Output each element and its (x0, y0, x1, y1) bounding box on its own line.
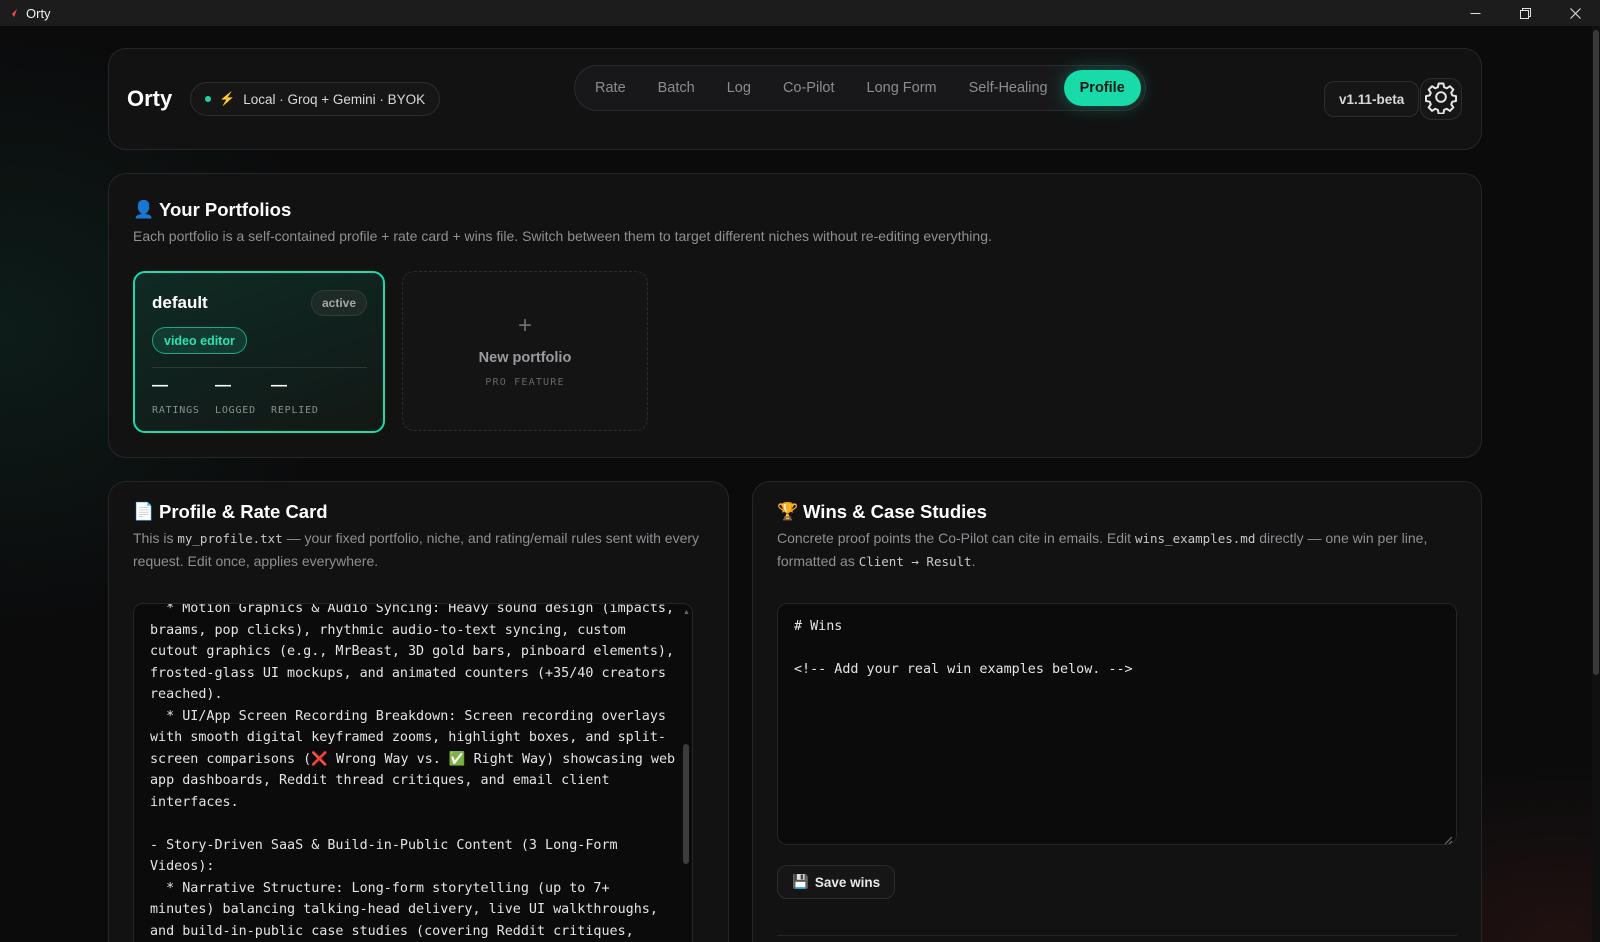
stat-replied-value: — (271, 377, 287, 394)
divider (152, 367, 367, 368)
niche-tag: video editor (152, 327, 247, 354)
tab-long-form[interactable]: Long Form (851, 70, 953, 106)
wins-content[interactable]: # Wins <!-- Add your real win examples b… (778, 604, 1456, 693)
tab-rate[interactable]: Rate (579, 70, 642, 106)
save-wins-button[interactable]: 💾 Save wins (777, 865, 896, 899)
save-wins-label: Save wins (814, 874, 881, 890)
document-icon: 📄 (133, 502, 155, 521)
scroll-up-icon[interactable]: ▲ (683, 609, 690, 616)
portfolio-name: default (152, 293, 208, 312)
new-portfolio-card[interactable]: + New portfolio PRO FEATURE (402, 271, 648, 431)
stat-logged-value: — (215, 377, 231, 394)
tab-log[interactable]: Log (711, 70, 767, 106)
stat-ratings: — RATINGS (152, 377, 200, 416)
portfolios-title-text: Your Portfolios (159, 199, 292, 220)
divider (777, 935, 1457, 936)
mode-label: Local · Groq + Gemini · BYOK (243, 91, 426, 107)
page-scrollbar[interactable] (1592, 26, 1600, 942)
plus-icon: + (517, 312, 532, 339)
trophy-icon: 🏆 (777, 502, 799, 521)
main-nav: Rate Batch Log Co-Pilot Long Form Self-H… (574, 65, 1146, 111)
profile-scrollbar-thumb[interactable] (683, 744, 689, 864)
stat-ratings-label: RATINGS (152, 405, 200, 416)
profile-textarea[interactable]: * Motion Graphics & Audio Syncing: Heavy… (133, 603, 693, 942)
wins-format: Client → Result (858, 554, 972, 569)
bolt-icon: ⚡ (219, 91, 236, 106)
tab-co-pilot[interactable]: Co-Pilot (767, 70, 851, 106)
window-title: Orty (26, 5, 51, 21)
portfolios-description: Each portfolio is a self-contained profi… (133, 228, 992, 244)
profile-content[interactable]: * Motion Graphics & Audio Syncing: Heavy… (134, 604, 692, 942)
profile-filename: my_profile.txt (177, 531, 283, 546)
portfolio-card-default[interactable]: default active video editor — RATINGS — … (133, 271, 385, 433)
stat-replied-label: REPLIED (271, 405, 319, 416)
wins-description: Concrete proof points the Co-Pilot can c… (777, 527, 1457, 573)
profile-description: This is my_profile.txt — your fixed port… (133, 527, 703, 572)
wins-title: 🏆 Wins & Case Studies (777, 501, 987, 523)
active-badge: active (310, 290, 367, 316)
minimize-icon[interactable] (1450, 0, 1500, 26)
page-scrollbar-thumb[interactable] (1593, 30, 1599, 675)
tab-self-healing[interactable]: Self-Healing (953, 70, 1064, 106)
profile-title-text: Profile & Rate Card (159, 501, 328, 522)
gear-icon (1424, 80, 1458, 119)
wins-filename: wins_examples.md (1134, 531, 1256, 546)
app-logo-icon (8, 8, 18, 18)
portfolios-title: 👤 Your Portfolios (133, 199, 291, 221)
profile-textarea-scrollbar[interactable]: ▲ (683, 609, 690, 942)
tab-batch[interactable]: Batch (642, 70, 711, 106)
settings-button[interactable] (1420, 78, 1462, 120)
resize-grip-icon[interactable] (1444, 832, 1453, 845)
pro-feature-label: PRO FEATURE (485, 377, 565, 388)
wins-desc-pre: Concrete proof points the Co-Pilot can c… (777, 530, 1135, 546)
tab-profile[interactable]: Profile (1063, 70, 1141, 106)
wins-title-text: Wins & Case Studies (803, 501, 987, 522)
profile-rate-card-section: 📄 Profile & Rate Card This is my_profile… (108, 481, 729, 942)
new-portfolio-label: New portfolio (478, 350, 572, 366)
wins-desc-post: . (971, 553, 976, 569)
mode-status-pill: ⚡ Local · Groq + Gemini · BYOK (190, 82, 441, 116)
restore-icon[interactable] (1500, 0, 1550, 26)
wins-textarea[interactable]: # Wins <!-- Add your real win examples b… (777, 603, 1457, 845)
wins-section: 🏆 Wins & Case Studies Concrete proof poi… (752, 481, 1482, 942)
profile-desc-pre: This is (133, 530, 178, 546)
stat-logged: — LOGGED (215, 377, 256, 416)
title-bar: Orty (0, 0, 1600, 26)
floppy-disk-icon: 💾 (792, 874, 809, 889)
brand-logo: Orty (127, 86, 173, 111)
app-header: Orty ⚡ Local · Groq + Gemini · BYOK Rate… (108, 48, 1482, 150)
stat-ratings-value: — (152, 377, 168, 394)
stat-logged-label: LOGGED (215, 405, 256, 416)
version-badge: v1.11-beta (1324, 81, 1420, 117)
status-dot-icon (205, 96, 211, 102)
user-icon: 👤 (133, 200, 155, 219)
profile-title: 📄 Profile & Rate Card (133, 501, 328, 523)
stat-replied: — REPLIED (271, 377, 319, 416)
close-icon[interactable] (1550, 0, 1600, 26)
portfolios-section: 👤 Your Portfolios Each portfolio is a se… (108, 173, 1482, 458)
